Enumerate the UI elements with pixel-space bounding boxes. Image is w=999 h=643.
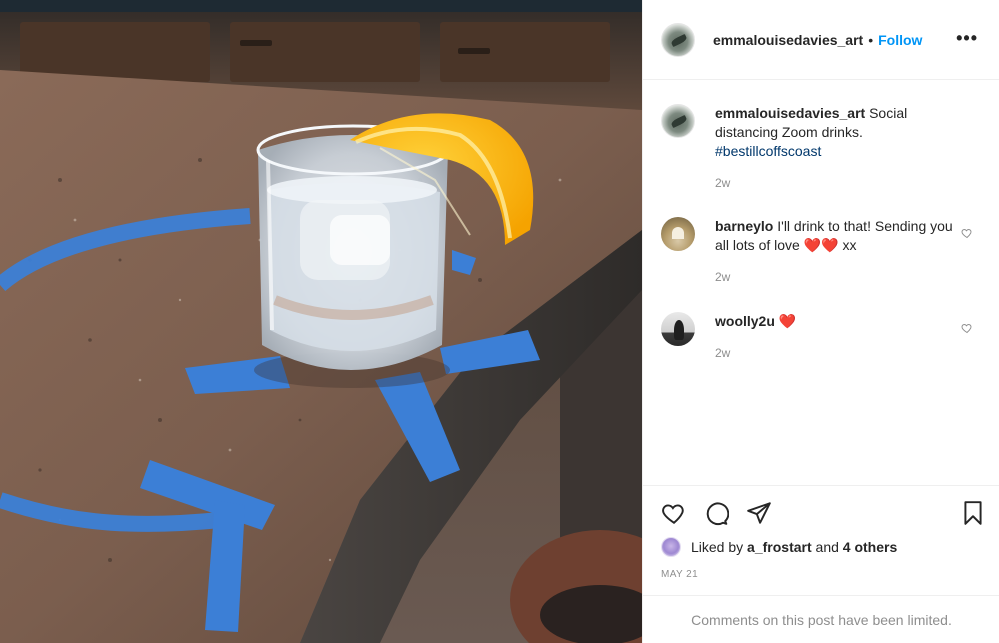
follow-button[interactable]: Follow	[878, 32, 922, 48]
likes-others-link[interactable]: 4 others	[843, 539, 897, 555]
like-comment-heart-icon[interactable]	[961, 227, 973, 239]
comment-username[interactable]: barneylo	[715, 218, 773, 234]
comments-limited-notice: Comments on this post have been limited.	[643, 595, 999, 643]
separator-dot: •	[868, 31, 874, 48]
post-side-panel: emmalouisedavies_art • Follow ••• emmalo…	[642, 0, 999, 643]
comment-item: woolly2u ❤️ 2w	[661, 312, 981, 363]
comment-body: barneylo I'll drink to that! Sending you…	[715, 217, 965, 287]
like-comment-heart-icon[interactable]	[961, 322, 973, 334]
comments-list[interactable]: emmalouisedavies_art Social distancing Z…	[643, 80, 999, 485]
likes-summary: Liked by a_frostart and 4 others	[661, 537, 897, 557]
comment-time[interactable]: 2w	[715, 268, 965, 287]
heart-icon[interactable]	[661, 500, 687, 526]
share-icon[interactable]	[746, 500, 772, 526]
caption-username[interactable]: emmalouisedavies_art	[715, 105, 865, 121]
likes-connector: and	[815, 539, 839, 555]
post-actions: Liked by a_frostart and 4 others MAY 21	[643, 485, 999, 595]
comment-icon[interactable]	[703, 500, 729, 526]
more-options-button[interactable]: •••	[956, 28, 978, 49]
post-date[interactable]: MAY 21	[661, 569, 698, 580]
caption-time[interactable]: 2w	[715, 174, 965, 193]
commenter-avatar[interactable]	[661, 312, 695, 346]
photo-illustration	[0, 0, 642, 643]
liker-avatar[interactable]	[661, 537, 681, 557]
liker-username[interactable]: a_frostart	[747, 539, 812, 555]
author-avatar[interactable]	[661, 22, 695, 57]
caption-body: emmalouisedavies_art Social distancing Z…	[715, 104, 965, 193]
comment-body: woolly2u ❤️ 2w	[715, 312, 965, 363]
bookmark-icon[interactable]	[960, 500, 986, 526]
comment-text: ❤️	[778, 313, 797, 329]
commenter-avatar[interactable]	[661, 217, 695, 251]
comment-time[interactable]: 2w	[715, 344, 965, 363]
author-username[interactable]: emmalouisedavies_art	[713, 32, 863, 48]
caption-avatar[interactable]	[661, 104, 695, 138]
comment-item: barneylo I'll drink to that! Sending you…	[661, 217, 981, 287]
post-header: emmalouisedavies_art • Follow •••	[643, 0, 999, 80]
caption-hashtag[interactable]: #bestillcoffscoast	[715, 143, 821, 159]
likes-prefix: Liked by	[691, 539, 744, 555]
caption: emmalouisedavies_art Social distancing Z…	[661, 104, 981, 193]
post-photo[interactable]	[0, 0, 642, 643]
comment-username[interactable]: woolly2u	[715, 313, 775, 329]
